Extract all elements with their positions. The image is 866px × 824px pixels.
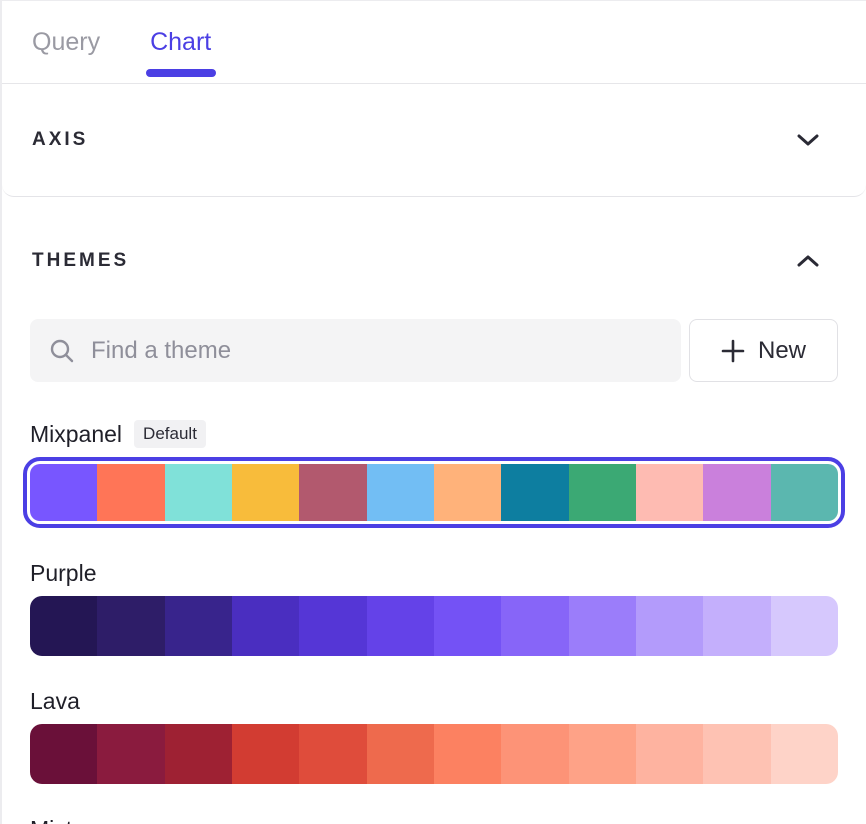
active-tab-indicator xyxy=(146,69,216,77)
theme-swatch xyxy=(434,724,501,784)
theme-palette xyxy=(30,724,838,784)
theme-swatch xyxy=(299,596,366,656)
theme-swatch xyxy=(501,724,568,784)
theme-swatch xyxy=(97,724,164,784)
theme-label-row: Lava xyxy=(30,688,838,715)
theme-swatch xyxy=(232,464,299,521)
theme-swatch xyxy=(569,596,636,656)
theme-label-row: Mixpanel Default xyxy=(30,420,838,448)
theme-swatch-row[interactable] xyxy=(30,596,838,656)
theme-swatch xyxy=(636,596,703,656)
theme-swatch xyxy=(703,464,770,521)
tab-bar: Query Chart xyxy=(2,1,866,84)
theme-toolbar: New xyxy=(30,319,838,382)
theme-swatch xyxy=(97,596,164,656)
axis-section[interactable]: AXIS xyxy=(2,84,866,197)
theme-swatch xyxy=(30,464,97,521)
theme-default-badge: Default xyxy=(134,420,206,448)
tab-chart-label: Chart xyxy=(150,28,211,57)
theme-swatch xyxy=(165,596,232,656)
theme-swatch xyxy=(367,464,434,521)
theme-swatch xyxy=(569,464,636,521)
theme-swatch xyxy=(569,724,636,784)
theme-search-input[interactable] xyxy=(91,337,663,365)
theme-name: Mixpanel xyxy=(30,421,122,448)
theme-swatch xyxy=(703,596,770,656)
theme-swatch xyxy=(771,724,838,784)
theme-swatch xyxy=(30,596,97,656)
themes-section-header[interactable]: THEMES xyxy=(30,197,838,275)
tab-chart[interactable]: Chart xyxy=(150,1,211,83)
theme-entry: Purple xyxy=(30,560,838,656)
chevron-down-icon xyxy=(797,133,819,147)
chevron-up-icon xyxy=(797,254,819,268)
themes-collapse-button[interactable] xyxy=(794,247,822,275)
theme-swatch-row[interactable] xyxy=(23,457,845,528)
theme-label-row: Purple xyxy=(30,560,838,587)
theme-swatch xyxy=(636,464,703,521)
theme-swatch xyxy=(30,724,97,784)
theme-swatch xyxy=(703,724,770,784)
theme-swatch xyxy=(232,596,299,656)
theme-swatch xyxy=(367,596,434,656)
chart-settings-panel: Query Chart AXIS THEMES xyxy=(2,1,866,824)
theme-swatch xyxy=(501,464,568,521)
search-icon xyxy=(48,337,76,365)
theme-swatch xyxy=(434,596,501,656)
theme-swatch xyxy=(501,596,568,656)
theme-list: Mixpanel Default Purple Lava Mist xyxy=(30,420,838,824)
theme-name: Lava xyxy=(30,688,80,715)
theme-swatch xyxy=(165,724,232,784)
theme-search[interactable] xyxy=(30,319,681,382)
theme-entry: Lava xyxy=(30,688,838,784)
new-theme-button-label: New xyxy=(758,337,806,365)
plus-icon xyxy=(721,339,745,363)
theme-swatch xyxy=(232,724,299,784)
theme-label-row: Mist xyxy=(30,816,838,824)
theme-name: Purple xyxy=(30,560,96,587)
theme-swatch-row[interactable] xyxy=(30,724,838,784)
axis-expand-button[interactable] xyxy=(794,126,822,154)
theme-swatch xyxy=(97,464,164,521)
theme-name: Mist xyxy=(30,816,72,824)
themes-section: THEMES xyxy=(2,197,866,824)
themes-section-title: THEMES xyxy=(32,250,129,272)
theme-swatch xyxy=(771,596,838,656)
theme-swatch xyxy=(434,464,501,521)
tab-query-label: Query xyxy=(32,28,100,57)
theme-swatch xyxy=(636,724,703,784)
theme-swatch xyxy=(165,464,232,521)
theme-palette xyxy=(30,464,838,521)
theme-swatch xyxy=(771,464,838,521)
theme-entry: Mist xyxy=(30,816,838,824)
theme-entry: Mixpanel Default xyxy=(30,420,838,528)
theme-swatch xyxy=(367,724,434,784)
tab-query[interactable]: Query xyxy=(32,1,100,83)
theme-palette xyxy=(30,596,838,656)
theme-swatch xyxy=(299,464,366,521)
theme-swatch xyxy=(299,724,366,784)
new-theme-button[interactable]: New xyxy=(689,319,838,382)
axis-section-title: AXIS xyxy=(32,129,88,151)
